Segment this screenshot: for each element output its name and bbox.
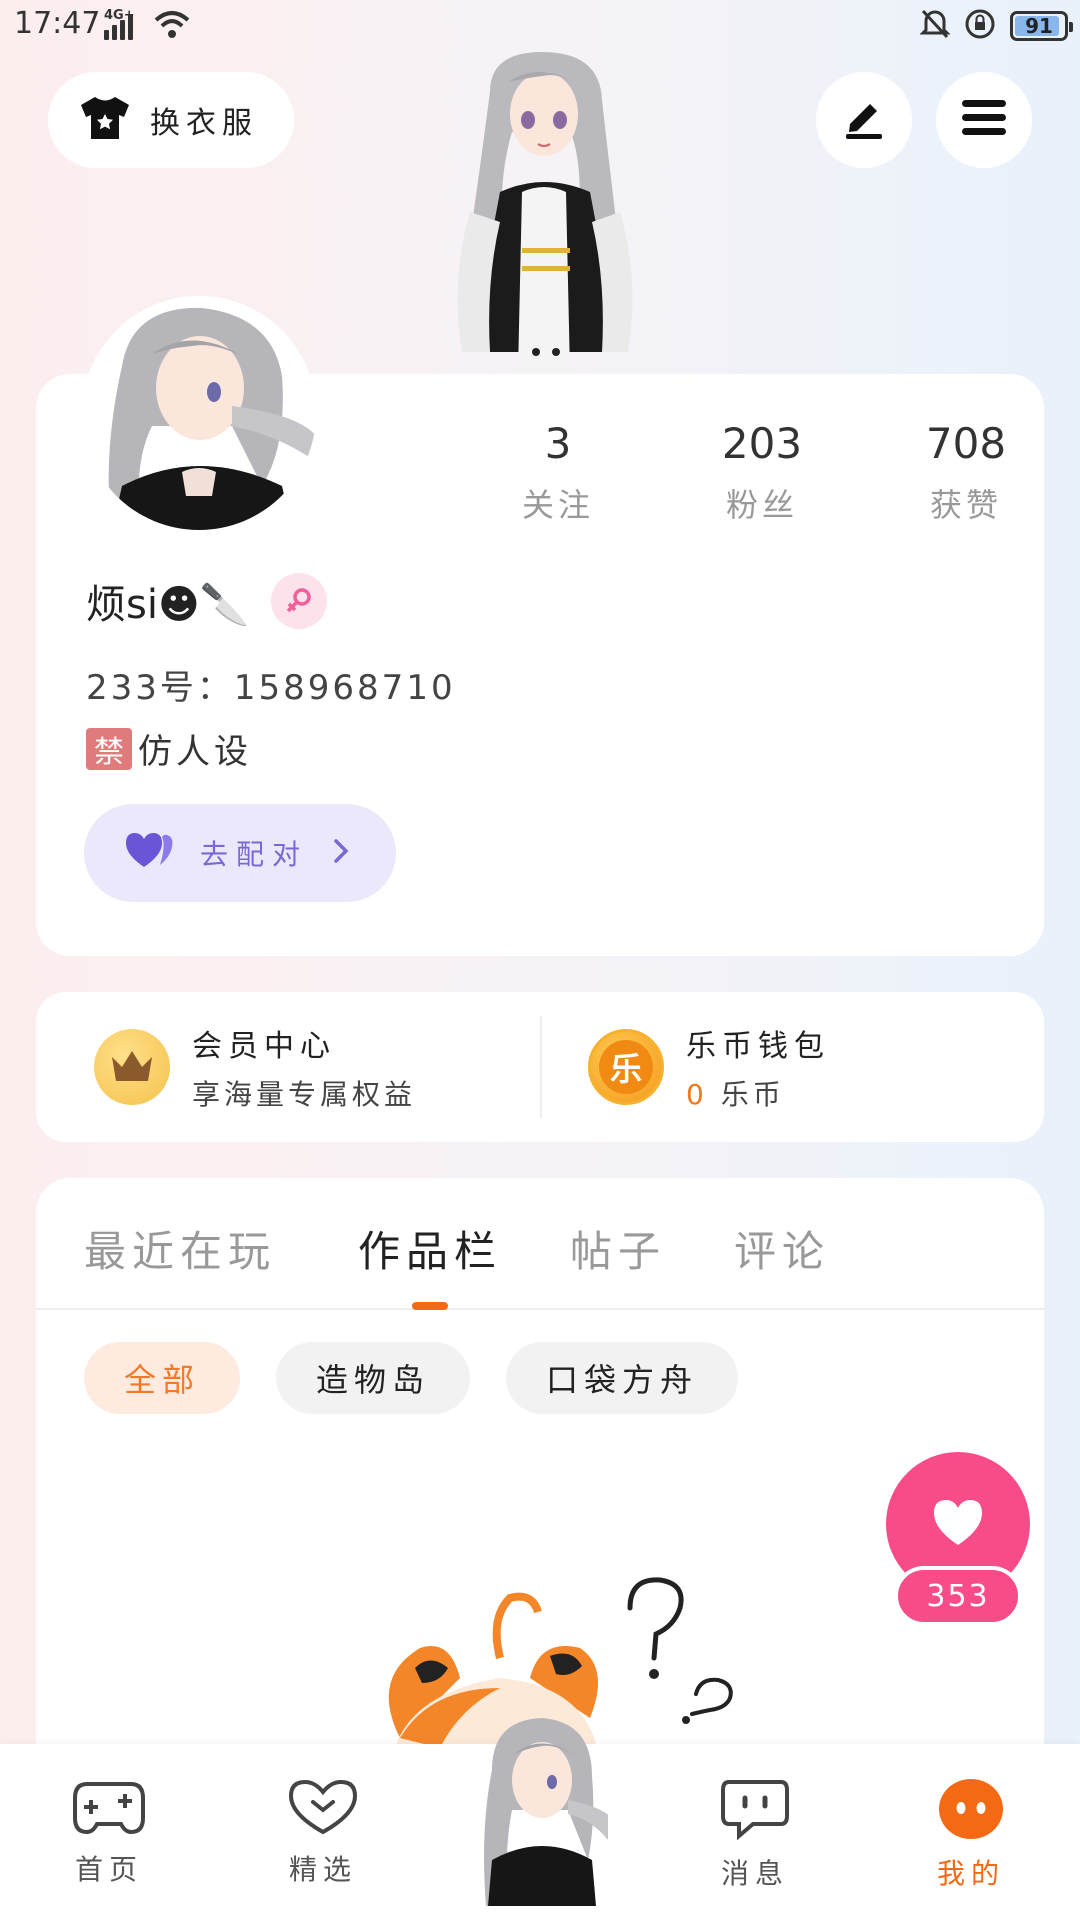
member-center-subtitle: 享海量专属权益 (192, 1078, 417, 1111)
le-coin-icon: 乐 (588, 1029, 664, 1105)
battery-icon: 91 (1010, 11, 1073, 41)
character-model[interactable] (430, 52, 660, 374)
divider (540, 1016, 542, 1118)
nav-mine[interactable]: 我的 (916, 1778, 1026, 1892)
battery-level: 91 (1025, 14, 1053, 38)
chip-creation-island[interactable]: 造物岛 (276, 1342, 471, 1414)
coin-glyph: 乐 (599, 1040, 653, 1094)
bio: 禁 仿人设 (86, 724, 252, 773)
username: 烦si☻🔪 (86, 582, 250, 628)
tab-comments[interactable]: 评论 (734, 1218, 830, 1279)
edit-icon (840, 94, 888, 146)
nav-messages-label: 消息 (720, 1857, 789, 1890)
nav-avatar-character[interactable] (472, 1710, 622, 1906)
bio-text: 仿人设 (138, 732, 252, 772)
wallet-title: 乐币钱包 (686, 1029, 830, 1064)
menu-button[interactable] (936, 72, 1032, 168)
ban-badge: 禁 (86, 727, 132, 770)
following-count: 3 (544, 419, 572, 468)
nav-featured-label: 精选 (288, 1853, 357, 1886)
chevron-right-icon (332, 838, 350, 868)
match-label: 去配对 (200, 838, 309, 871)
rotation-lock-icon (964, 8, 996, 44)
avatar[interactable] (82, 296, 316, 530)
tab-bar: 最近在玩 作品栏 帖子 评论 (36, 1178, 1044, 1310)
chip-all[interactable]: 全部 (84, 1342, 241, 1414)
match-button[interactable]: 去配对 (84, 804, 396, 902)
fans-label: 粉丝 (725, 486, 798, 524)
likes-count: 708 (925, 419, 1007, 468)
crown-icon (94, 1029, 170, 1105)
gamepad-icon (73, 1778, 145, 1840)
heart-down-icon (287, 1778, 359, 1840)
female-icon (271, 573, 328, 629)
vip-wallet-card: 会员中心 享海量专属权益 乐 乐币钱包 0 乐币 (36, 992, 1044, 1142)
change-outfit-button[interactable]: 换衣服 (48, 72, 294, 168)
menu-icon (960, 96, 1008, 144)
stat-fans[interactable]: 203 粉丝 (660, 414, 864, 526)
status-bar: 17:47 4G+ 91 (0, 0, 1080, 52)
following-label: 关注 (521, 486, 594, 524)
tab-recently-played[interactable]: 最近在玩 (84, 1218, 276, 1279)
filter-chips: 全部 造物岛 口袋方舟 (84, 1342, 739, 1414)
profile-stats: 3 关注 203 粉丝 708 获赞 (456, 414, 1068, 526)
wallet-amount: 0 (686, 1078, 708, 1111)
nav-home[interactable]: 首页 (54, 1778, 164, 1888)
user-id: 233号：158968710 (86, 668, 456, 708)
edit-button[interactable] (816, 72, 912, 168)
likes-label: 获赞 (929, 486, 1002, 524)
status-time: 17:47 (14, 6, 101, 41)
member-center[interactable]: 会员中心 享海量专属权益 (94, 992, 416, 1142)
wallet-balance: 0 乐币 (686, 1073, 830, 1113)
fans-count: 203 (721, 419, 803, 468)
coin-wallet[interactable]: 乐 乐币钱包 0 乐币 (588, 992, 830, 1142)
wallet-unit: 乐币 (720, 1078, 785, 1111)
nav-home-label: 首页 (74, 1853, 143, 1886)
tab-posts[interactable]: 帖子 (570, 1218, 666, 1279)
heart-icon (930, 1497, 986, 1551)
tab-indicator (412, 1302, 448, 1310)
like-bubble[interactable]: 353 (886, 1452, 1030, 1628)
member-center-title: 会员中心 (192, 1029, 336, 1064)
network-type: 4G+ (104, 8, 135, 23)
stat-likes[interactable]: 708 获赞 (864, 414, 1068, 526)
shirt-icon (78, 95, 132, 145)
chat-bubble-icon (719, 1778, 791, 1844)
stat-following[interactable]: 3 关注 (456, 414, 660, 526)
wifi-icon (154, 10, 190, 44)
face-icon (937, 1778, 1005, 1844)
nav-messages[interactable]: 消息 (700, 1778, 810, 1892)
tab-works[interactable]: 作品栏 (358, 1218, 502, 1279)
change-outfit-label: 换衣服 (150, 106, 258, 141)
like-count: 353 (894, 1566, 1022, 1626)
nav-featured[interactable]: 精选 (268, 1778, 378, 1888)
hearts-icon (124, 831, 176, 875)
bell-muted-icon (919, 8, 951, 44)
signal-icon: 4G+ (104, 8, 135, 40)
name-row: 烦si☻🔪 (86, 572, 328, 630)
bottom-nav: 首页 精选 消息 我的 (0, 1718, 1080, 1920)
nav-mine-label: 我的 (936, 1857, 1005, 1890)
chip-pocket-ark[interactable]: 口袋方舟 (506, 1342, 739, 1414)
